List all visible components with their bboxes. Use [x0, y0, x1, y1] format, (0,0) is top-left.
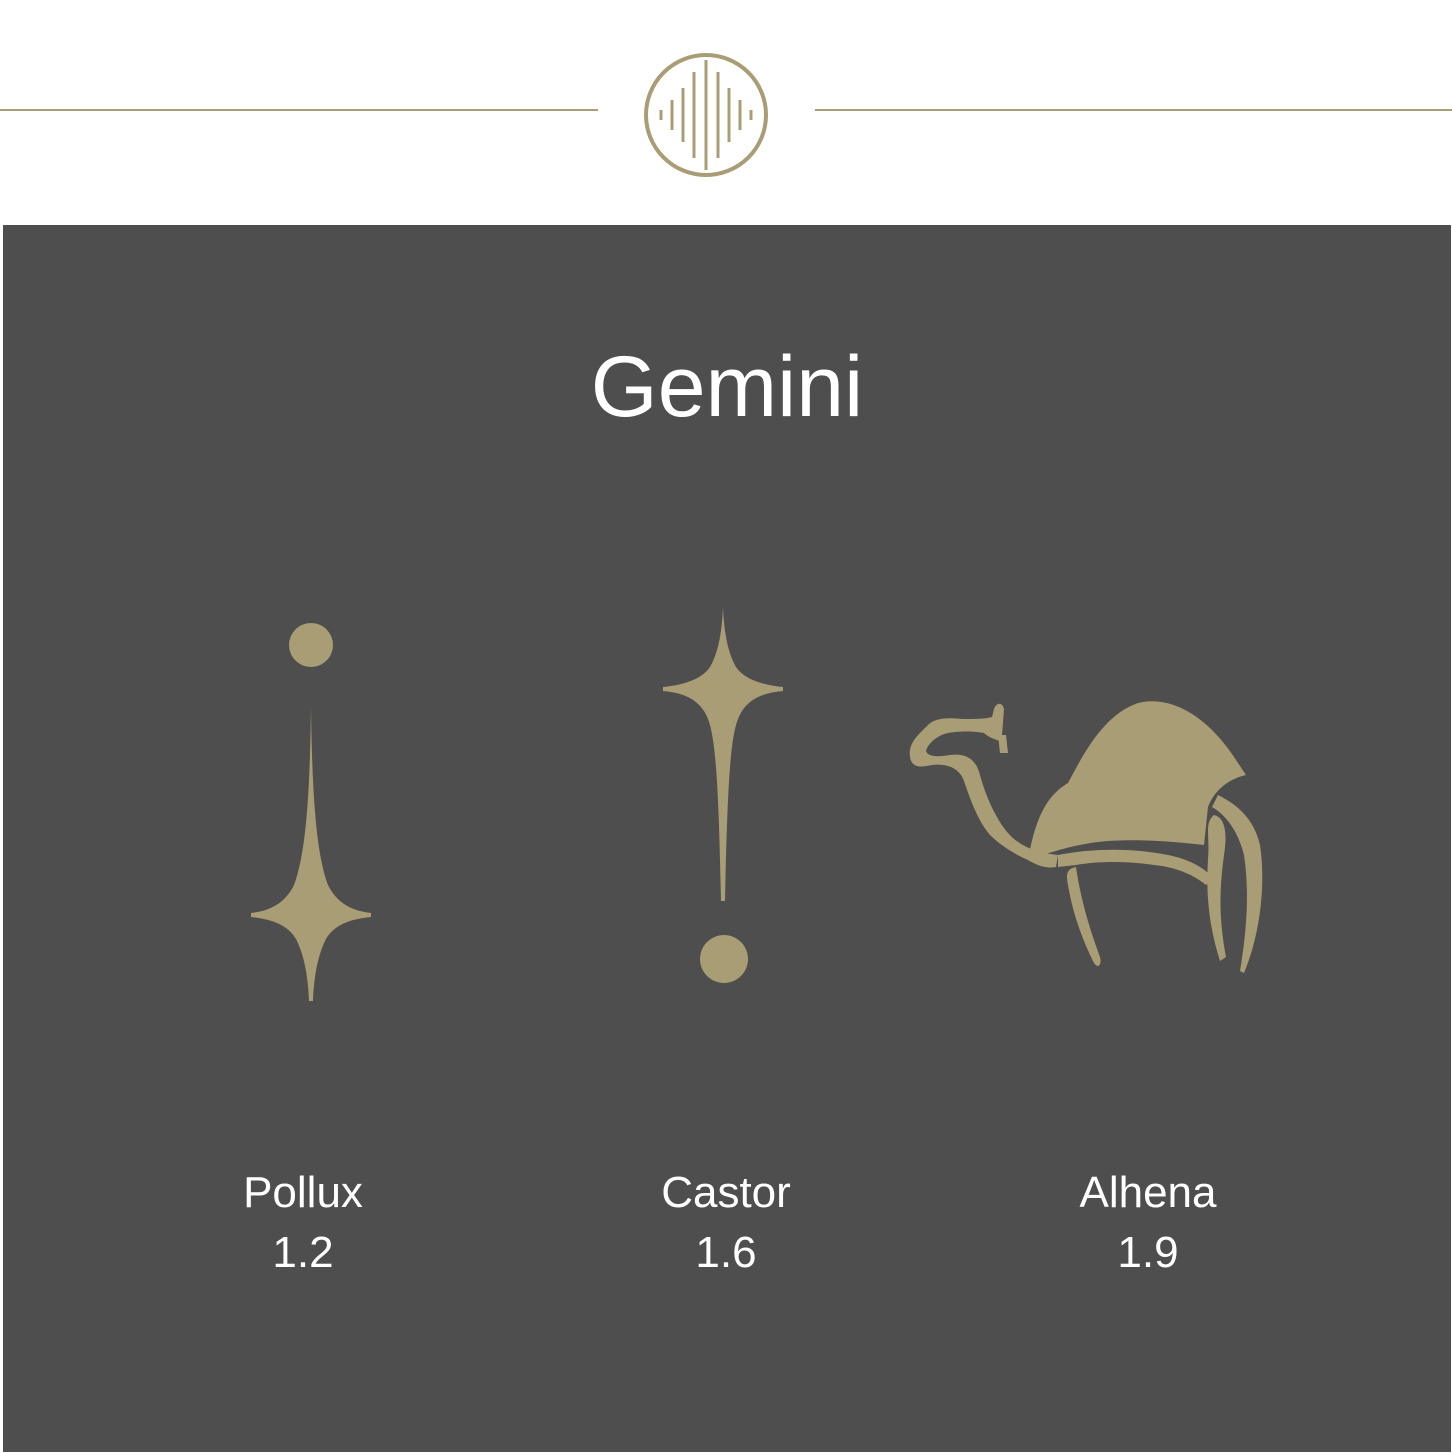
constellation-panel: Gemini Pollux 1.2 Castor 1.6 Alhena 1.9	[3, 225, 1451, 1452]
header-rule-right	[815, 109, 1452, 111]
star-name-alhena: Alhena	[1079, 1168, 1217, 1217]
star-magnitude-alhena: 1.9	[1117, 1228, 1179, 1277]
header-bar	[0, 0, 1452, 225]
star-exclamation-icon	[663, 607, 783, 983]
star-name-castor: Castor	[661, 1168, 791, 1217]
inverted-star-with-dot-icon	[251, 623, 371, 1001]
constellation-title: Gemini	[590, 339, 864, 435]
header-rule-left	[0, 109, 598, 111]
star-magnitude-castor: 1.6	[695, 1228, 757, 1277]
camel-icon	[909, 701, 1263, 973]
sound-wave-circle-icon	[644, 53, 768, 177]
star-name-pollux: Pollux	[243, 1168, 363, 1217]
star-magnitude-pollux: 1.2	[272, 1228, 334, 1277]
